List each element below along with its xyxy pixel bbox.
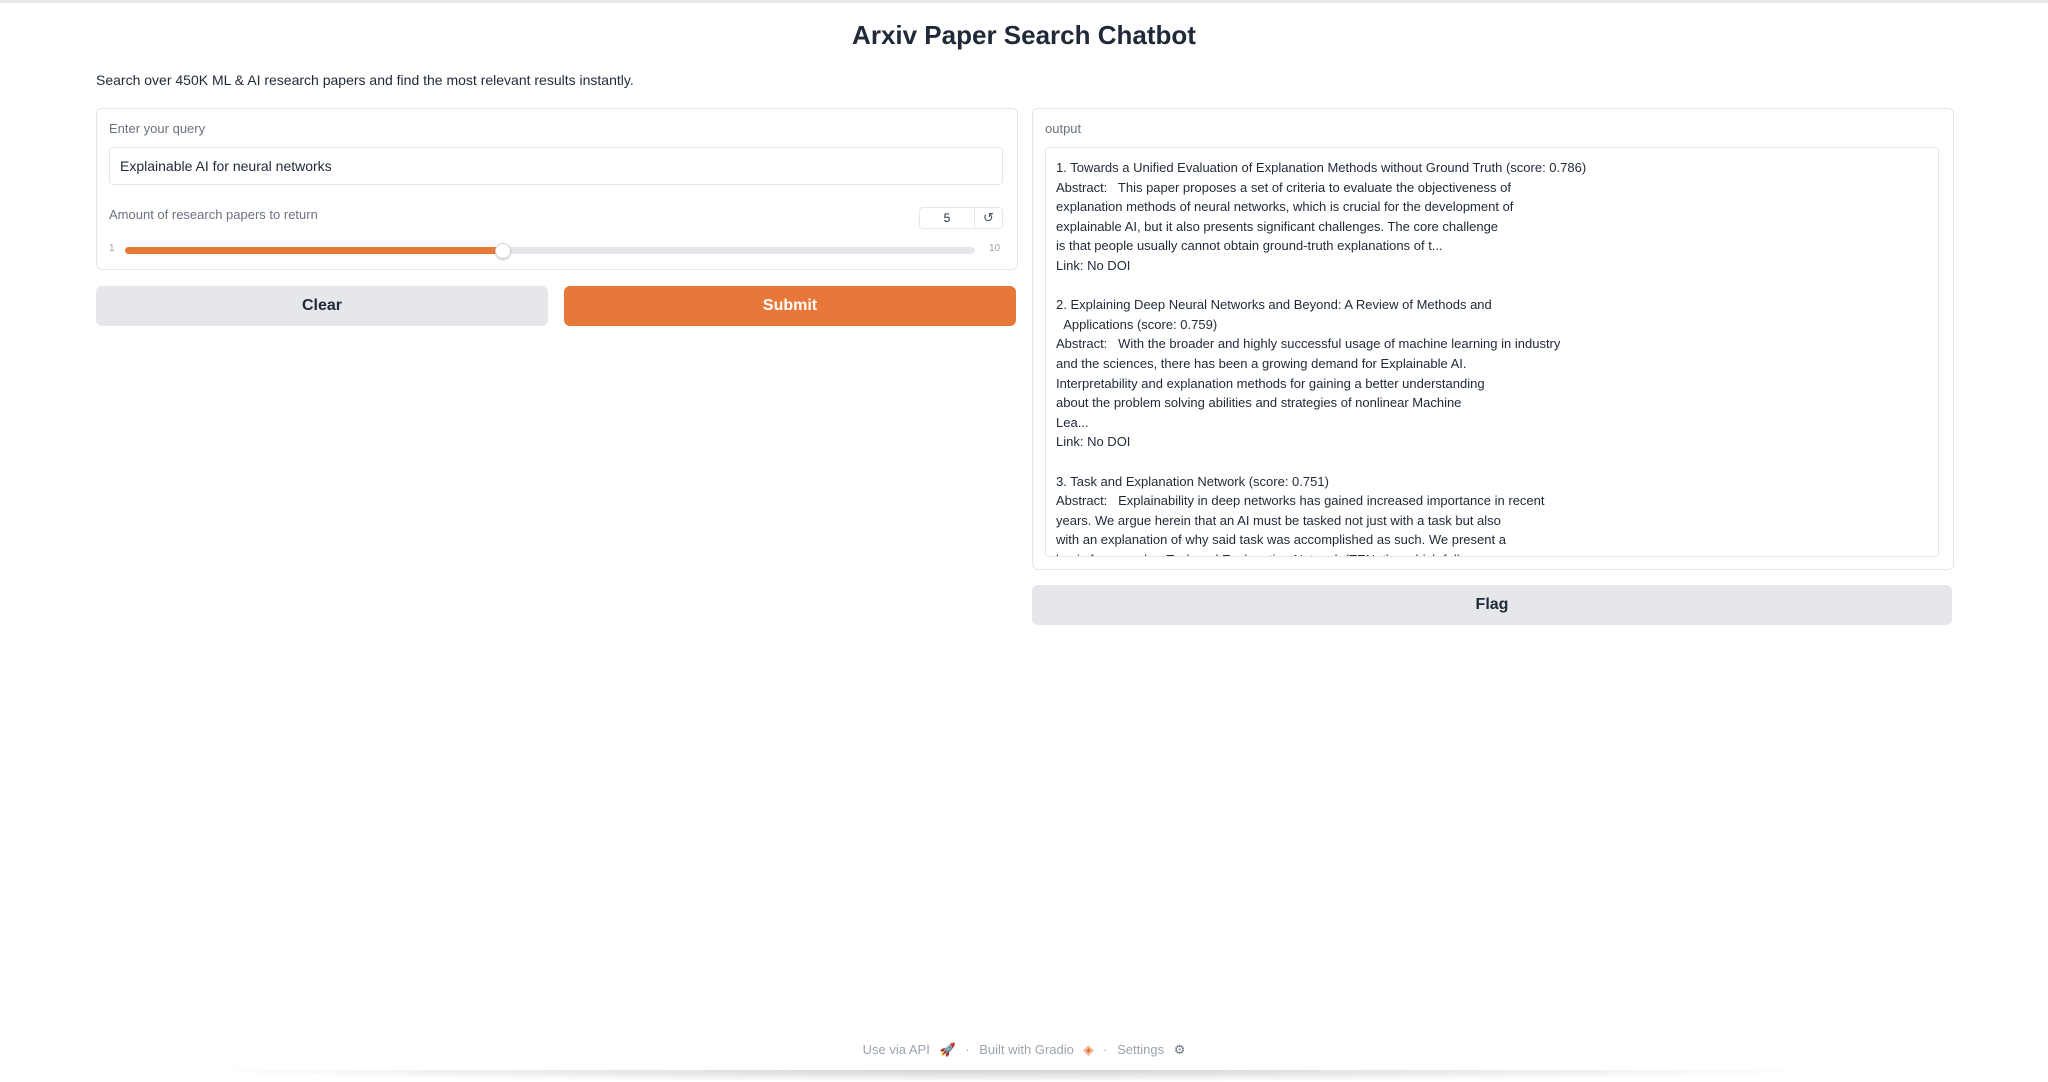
page-description: Search over 450K ML & AI research papers… — [96, 72, 634, 88]
reset-icon[interactable]: ↺ — [975, 208, 1002, 228]
footer-separator: · — [1103, 1042, 1108, 1057]
output-textbox[interactable]: 1. Towards a Unified Evaluation of Expla… — [1045, 147, 1939, 557]
slider-fill — [125, 247, 503, 254]
papers-slider[interactable] — [125, 243, 975, 259]
output-panel: output 1. Towards a Unified Evaluation o… — [1032, 108, 1954, 570]
gradio-logo-icon: ◈ — [1083, 1042, 1094, 1057]
top-border — [0, 0, 2048, 3]
papers-count-value[interactable]: 5 — [920, 208, 975, 228]
slider-min-label: 1 — [109, 243, 115, 254]
settings-link[interactable]: Settings — [1117, 1042, 1164, 1057]
slider-label: Amount of research papers to return — [109, 207, 318, 222]
query-input[interactable] — [109, 147, 1003, 185]
rocket-icon: 🚀 — [939, 1042, 956, 1057]
output-label: output — [1045, 121, 1082, 136]
page-title: Arxiv Paper Search Chatbot — [852, 20, 1196, 50]
clear-button[interactable]: Clear — [96, 286, 548, 326]
flag-button[interactable]: Flag — [1032, 585, 1952, 625]
input-panel: Enter your query Amount of research pape… — [96, 108, 1018, 270]
use-via-api-link[interactable]: Use via API — [863, 1042, 930, 1057]
built-with-gradio-link[interactable]: Built with Gradio — [979, 1042, 1074, 1057]
bottom-shadow — [180, 1070, 1840, 1082]
papers-count-field[interactable]: 5 ↺ — [919, 207, 1003, 229]
footer: Use via API 🚀 · Built with Gradio ◈ · Se… — [0, 1042, 2048, 1058]
slider-thumb[interactable] — [495, 243, 512, 259]
submit-button[interactable]: Submit — [564, 286, 1016, 326]
footer-separator: · — [965, 1042, 970, 1057]
query-label: Enter your query — [109, 121, 206, 136]
gear-icon: ⚙ — [1173, 1042, 1186, 1057]
slider-max-label: 10 — [989, 243, 1001, 254]
